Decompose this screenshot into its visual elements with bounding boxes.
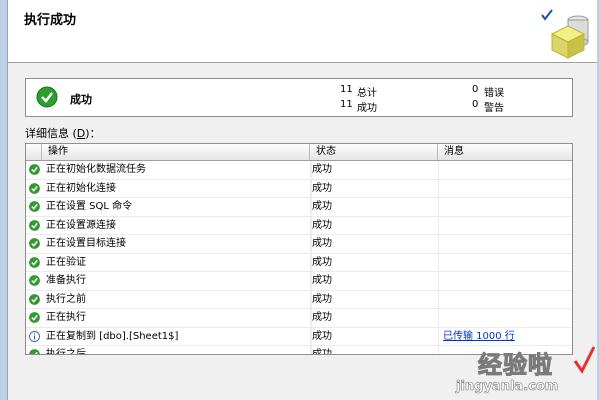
row-operation: 执行之前	[46, 293, 86, 305]
success-icon	[36, 86, 58, 108]
success-icon	[29, 201, 40, 212]
window-frame-left	[0, 0, 8, 400]
row-message	[438, 290, 572, 308]
table-row[interactable]: 正在设置目标连接 成功	[26, 235, 572, 254]
row-operation: 正在执行	[46, 312, 86, 323]
row-status: 成功	[311, 272, 438, 289]
column-header-operation[interactable]: 操作	[42, 144, 310, 160]
watermark-url: jingyanla.com	[456, 379, 559, 395]
row-message	[438, 216, 572, 234]
row-message	[438, 309, 572, 326]
row-status: 成功	[311, 327, 438, 345]
row-message	[438, 179, 572, 197]
row-message[interactable]: 已传输 1000 行	[438, 327, 572, 345]
success-icon	[29, 349, 40, 354]
row-status: 成功	[311, 309, 438, 326]
row-message	[438, 235, 572, 252]
table-row[interactable]: 正在设置源连接 成功	[26, 216, 572, 235]
row-status: 成功	[311, 346, 438, 354]
row-status: 成功	[311, 179, 438, 197]
total-label: 总计	[357, 88, 377, 99]
success-icon	[29, 312, 40, 323]
error-count: 0	[472, 84, 479, 95]
row-status: 成功	[311, 198, 438, 215]
table-row[interactable]: 正在初始化连接 成功	[26, 179, 572, 198]
table-row[interactable]: 准备执行 成功	[26, 272, 572, 291]
table-row[interactable]: 正在设置 SQL 命令 成功	[26, 198, 572, 217]
row-status: 成功	[311, 253, 438, 271]
success-icon	[29, 293, 40, 305]
warning-count: 0	[472, 99, 479, 110]
row-operation: 正在复制到 [dbo].[Sheet1$]	[46, 330, 179, 342]
success-label: 成功	[357, 103, 377, 114]
error-label: 错误	[484, 88, 504, 99]
row-status: 成功	[311, 216, 438, 234]
row-operation: 正在验证	[46, 256, 86, 268]
row-operation: 执行之后	[46, 349, 86, 355]
summary-panel: 成功 11 总计 11 成功 0 错误 0 警告	[25, 78, 573, 117]
row-message-link[interactable]: 已传输 1000 行	[443, 331, 515, 342]
grid-header: 操作 状态 消息	[26, 144, 572, 161]
summary-status: 成功	[70, 93, 92, 106]
success-icon	[29, 164, 40, 175]
table-row[interactable]: 正在验证 成功	[26, 253, 572, 272]
row-operation: 准备执行	[46, 275, 86, 286]
database-cube-icon	[550, 15, 589, 59]
grid-rows: 正在初始化数据流任务 成功 正在初始化连接 成功 正在设置 SQL 命令 成功 正在设置源连…	[26, 161, 572, 355]
total-count: 11	[340, 84, 353, 95]
table-row[interactable]: 正在复制到 [dbo].[Sheet1$] 成功 已传输 1000 行	[26, 327, 572, 346]
details-grid[interactable]: 操作 状态 消息 正在初始化数据流任务 成功 正在初始化连接 成功 正在设置 SQL 命…	[25, 143, 573, 355]
row-message	[438, 253, 572, 271]
row-status: 成功	[311, 161, 438, 178]
success-icon	[29, 238, 40, 249]
table-row[interactable]: 正在初始化数据流任务 成功	[26, 161, 572, 180]
row-operation: 正在设置 SQL 命令	[46, 201, 133, 212]
success-icon	[29, 182, 40, 194]
page-title: 执行成功	[24, 13, 77, 28]
table-row[interactable]: 正在执行 成功	[26, 309, 572, 328]
row-operation: 正在初始化数据流任务	[46, 164, 146, 175]
watermark-check-icon	[573, 346, 596, 374]
table-row[interactable]: 执行之前 成功	[26, 290, 572, 309]
success-icon	[29, 256, 40, 268]
info-icon	[29, 330, 40, 342]
row-message	[438, 198, 572, 215]
success-count: 11	[340, 99, 353, 110]
success-icon	[29, 275, 40, 286]
row-operation: 正在设置源连接	[46, 219, 116, 231]
icon-column-header	[26, 144, 42, 160]
watermark: 经验啦 jingyanla.com	[456, 345, 596, 400]
column-header-status[interactable]: 状态	[310, 144, 438, 160]
success-icon	[29, 219, 40, 231]
warning-label: 警告	[484, 103, 504, 114]
row-operation: 正在设置目标连接	[46, 238, 126, 249]
watermark-text: 经验啦	[478, 351, 553, 380]
details-label: 详细信息 (D)：	[25, 127, 101, 140]
column-header-message[interactable]: 消息	[438, 144, 572, 160]
row-status: 成功	[311, 290, 438, 308]
row-operation: 正在初始化连接	[46, 182, 116, 194]
wizard-header: 执行成功	[8, 0, 597, 63]
row-message	[438, 272, 572, 289]
row-message	[438, 161, 572, 178]
row-status: 成功	[311, 235, 438, 252]
